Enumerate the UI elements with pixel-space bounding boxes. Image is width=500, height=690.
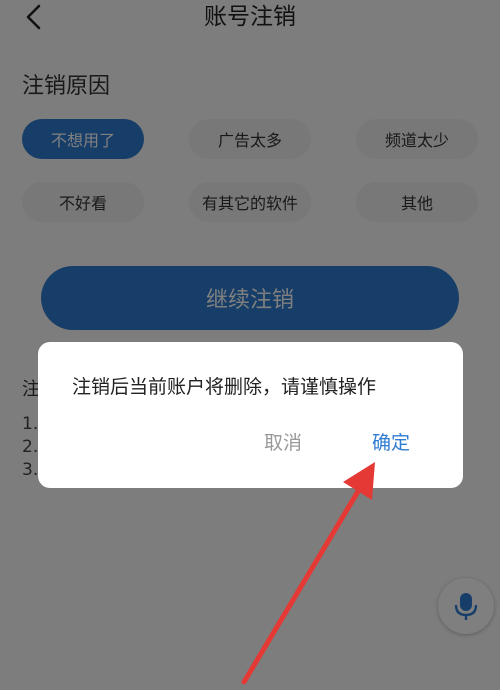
dialog-confirm-button[interactable]: 确定 (372, 428, 410, 455)
confirm-dialog: 注销后当前账户将删除，请谨慎操作 取消 确定 (38, 342, 463, 488)
account-deletion-screen: 账号注销 注销原因 不想用了 广告太多 频道太少 不好看 有其它的软件 其他 继… (0, 0, 500, 690)
dialog-cancel-button[interactable]: 取消 (264, 428, 302, 455)
dialog-message: 注销后当前账户将删除，请谨慎操作 (72, 376, 377, 398)
